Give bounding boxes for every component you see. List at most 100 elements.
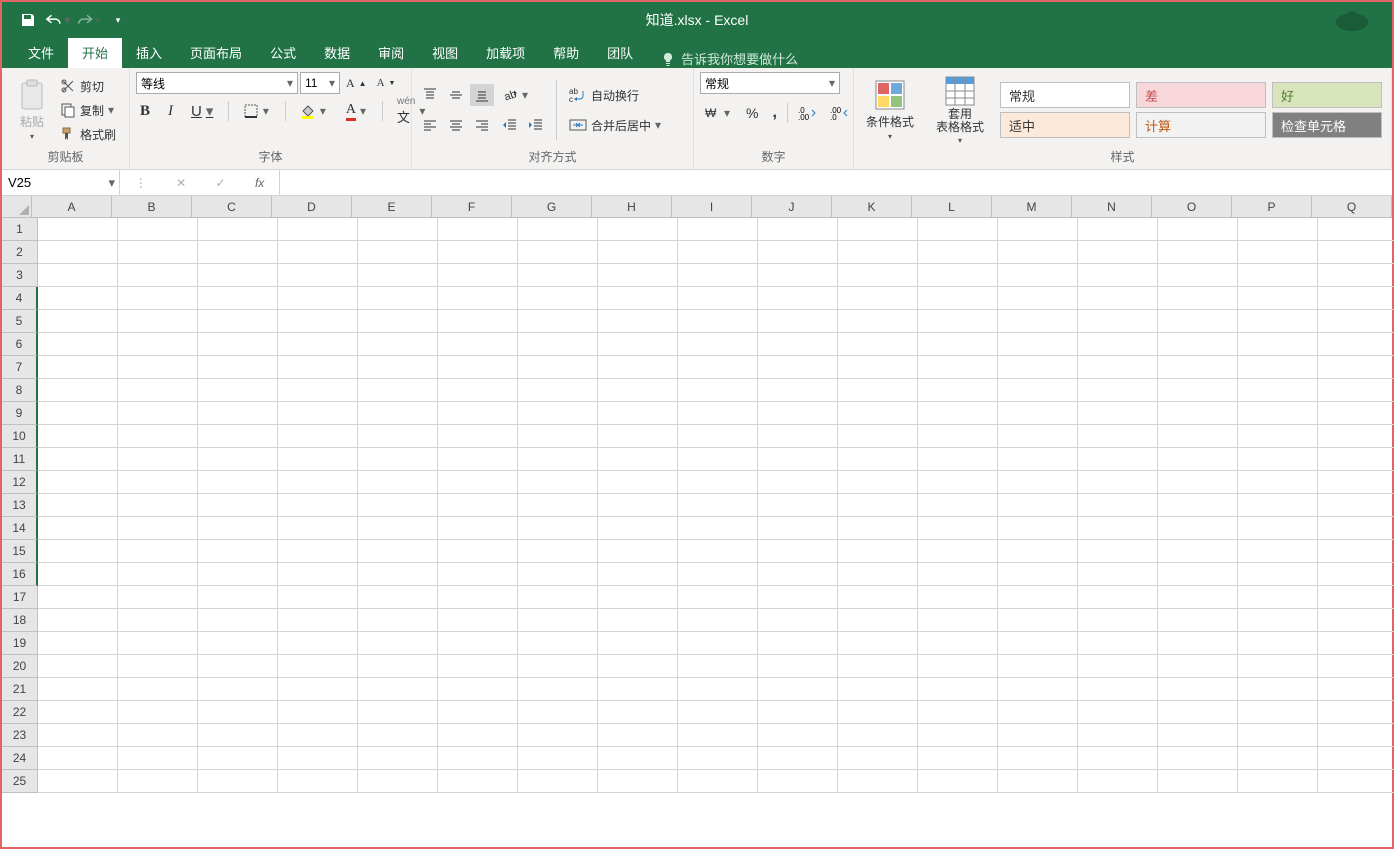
font-name-combo[interactable]: 等线▾ <box>136 72 298 94</box>
cell[interactable] <box>118 701 198 724</box>
cell[interactable] <box>838 678 918 701</box>
cell[interactable] <box>118 517 198 540</box>
cell[interactable] <box>198 494 278 517</box>
cell[interactable] <box>838 655 918 678</box>
cell[interactable] <box>438 241 518 264</box>
cell[interactable] <box>358 218 438 241</box>
cell[interactable] <box>918 333 998 356</box>
cell[interactable] <box>1078 655 1158 678</box>
cut-button[interactable]: 剪切 <box>56 75 120 97</box>
copy-button[interactable]: 复制 ▾ <box>56 99 120 121</box>
cell[interactable] <box>598 402 678 425</box>
cell[interactable] <box>518 402 598 425</box>
cell-style-good[interactable]: 好 <box>1272 82 1382 108</box>
cell[interactable] <box>918 494 998 517</box>
cell[interactable] <box>278 586 358 609</box>
cell[interactable] <box>1158 356 1238 379</box>
cell[interactable] <box>678 609 758 632</box>
cell[interactable] <box>118 310 198 333</box>
cell[interactable] <box>358 448 438 471</box>
row-header[interactable]: 3 <box>2 264 38 287</box>
cell[interactable] <box>758 471 838 494</box>
cell[interactable] <box>1318 586 1394 609</box>
cell[interactable] <box>198 540 278 563</box>
cell[interactable] <box>1238 310 1318 333</box>
cell[interactable] <box>918 402 998 425</box>
cell[interactable] <box>198 218 278 241</box>
cell[interactable] <box>598 494 678 517</box>
cell[interactable] <box>1078 678 1158 701</box>
cell[interactable] <box>518 218 598 241</box>
cell[interactable] <box>1158 471 1238 494</box>
underline-button[interactable]: U▾ <box>187 100 218 122</box>
cell[interactable] <box>278 402 358 425</box>
cell[interactable] <box>998 724 1078 747</box>
cell[interactable] <box>758 287 838 310</box>
cell[interactable] <box>518 287 598 310</box>
cell[interactable] <box>1238 540 1318 563</box>
cell[interactable] <box>1078 264 1158 287</box>
conditional-format-button[interactable]: 条件格式▾ <box>860 75 920 145</box>
cell[interactable] <box>438 770 518 793</box>
cell[interactable] <box>198 724 278 747</box>
cell[interactable] <box>998 540 1078 563</box>
cell[interactable] <box>358 724 438 747</box>
cell[interactable] <box>758 448 838 471</box>
cell[interactable] <box>1238 494 1318 517</box>
cell[interactable] <box>758 540 838 563</box>
cell[interactable] <box>1158 540 1238 563</box>
cell[interactable] <box>598 287 678 310</box>
cell[interactable] <box>838 747 918 770</box>
cell[interactable] <box>38 425 118 448</box>
cell-style-check[interactable]: 检查单元格 <box>1272 112 1382 138</box>
column-header[interactable]: A <box>32 196 112 218</box>
cell[interactable] <box>1318 563 1394 586</box>
cell[interactable] <box>278 494 358 517</box>
cell[interactable] <box>1238 724 1318 747</box>
cell[interactable] <box>1318 333 1394 356</box>
tab-file[interactable]: 文件 <box>14 37 68 68</box>
cell[interactable] <box>1158 425 1238 448</box>
row-header[interactable]: 9 <box>2 402 38 425</box>
row-header[interactable]: 18 <box>2 609 38 632</box>
cell[interactable] <box>678 310 758 333</box>
cell[interactable] <box>518 241 598 264</box>
cell[interactable] <box>358 632 438 655</box>
cell[interactable] <box>1158 655 1238 678</box>
cell[interactable] <box>598 448 678 471</box>
cell[interactable] <box>118 425 198 448</box>
cell[interactable] <box>438 471 518 494</box>
cell[interactable] <box>1318 241 1394 264</box>
cell[interactable] <box>518 770 598 793</box>
cell[interactable] <box>998 310 1078 333</box>
cell[interactable] <box>198 379 278 402</box>
row-header[interactable]: 2 <box>2 241 38 264</box>
cell[interactable] <box>1078 770 1158 793</box>
cell[interactable] <box>918 747 998 770</box>
cell[interactable] <box>278 747 358 770</box>
cell[interactable] <box>1078 241 1158 264</box>
cell[interactable] <box>1078 425 1158 448</box>
cell[interactable] <box>118 448 198 471</box>
column-header[interactable]: K <box>832 196 912 218</box>
tab-help[interactable]: 帮助 <box>539 37 593 68</box>
cell[interactable] <box>1158 494 1238 517</box>
cell-style-bad[interactable]: 差 <box>1136 82 1266 108</box>
cell[interactable] <box>1158 310 1238 333</box>
border-button[interactable]: ▾ <box>239 100 275 122</box>
cell[interactable] <box>838 724 918 747</box>
tab-insert[interactable]: 插入 <box>122 37 176 68</box>
cell[interactable] <box>1238 425 1318 448</box>
column-header[interactable]: H <box>592 196 672 218</box>
cell[interactable] <box>998 402 1078 425</box>
column-header[interactable]: L <box>912 196 992 218</box>
cell[interactable] <box>918 264 998 287</box>
cell[interactable] <box>1158 264 1238 287</box>
cell[interactable] <box>1078 310 1158 333</box>
cell[interactable] <box>998 264 1078 287</box>
cell[interactable] <box>1158 333 1238 356</box>
cell[interactable] <box>518 517 598 540</box>
cell[interactable] <box>358 310 438 333</box>
cell-styles-gallery[interactable]: 常规 差 好 适中 计算 检查单元格 <box>1000 82 1382 138</box>
cell[interactable] <box>998 770 1078 793</box>
